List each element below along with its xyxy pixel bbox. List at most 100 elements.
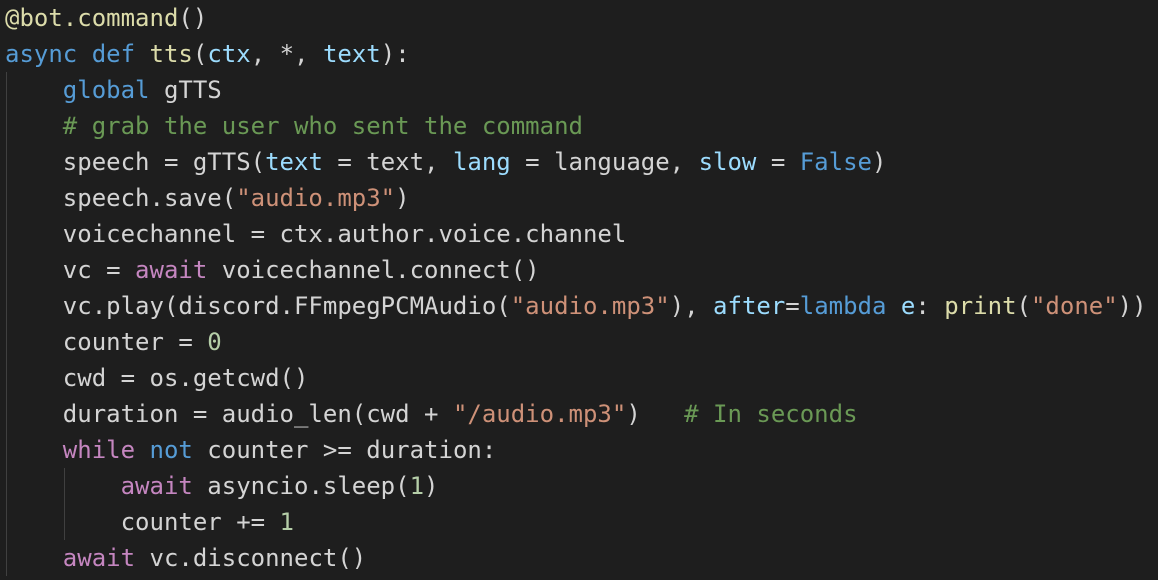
- indent-guide: [6, 540, 7, 576]
- code-token-keyword-blue: lambda: [799, 292, 887, 320]
- code-line[interactable]: duration = audio_len(cwd + "/audio.mp3")…: [0, 396, 1158, 432]
- code-token-default: voicechannel = ctx.author.voice.channel: [62, 220, 627, 248]
- code-line[interactable]: global gTTS: [0, 72, 1158, 108]
- code-token-variable: lang: [452, 148, 511, 176]
- indent-guide: [6, 360, 7, 396]
- indent-guide: [6, 72, 7, 108]
- code-token-default: = text,: [322, 148, 453, 176]
- code-token-number: 1: [279, 508, 294, 536]
- code-token-default: (): [178, 4, 208, 32]
- code-editor[interactable]: @bot.command() async def tts(ctx, *, text…: [0, 0, 1158, 580]
- code-token-comment: # grab the user who sent the command: [62, 112, 583, 140]
- code-token-variable: after: [713, 292, 786, 320]
- indentation: [5, 112, 63, 140]
- indent-guide: [6, 504, 7, 540]
- indentation: [5, 472, 121, 500]
- code-token-default: vc =: [62, 256, 136, 284]
- indentation: [5, 148, 63, 176]
- code-token-string: "done": [1030, 292, 1118, 320]
- code-token-keyword-blue: global: [62, 76, 150, 104]
- code-token-default: ): [871, 148, 887, 176]
- code-token-keyword-blue: def: [91, 40, 136, 68]
- indent-guide: [6, 252, 7, 288]
- code-token-default: counter +=: [120, 508, 280, 536]
- indent-guide: [6, 108, 7, 144]
- code-line[interactable]: async def tts(ctx, *, text):: [0, 36, 1158, 72]
- code-token-default: (: [1016, 292, 1031, 320]
- code-token-default: voicechannel.connect(): [207, 256, 540, 284]
- code-line[interactable]: counter = 0: [0, 324, 1158, 360]
- code-token-keyword-blue: not: [149, 436, 193, 464]
- code-token-variable: ctx: [207, 40, 251, 68]
- code-token-default: =: [785, 292, 800, 320]
- code-token-string: "/audio.mp3": [452, 400, 627, 428]
- indent-guide: [6, 396, 7, 432]
- indentation: [5, 436, 63, 464]
- code-token-keyword-control: await: [62, 544, 136, 572]
- code-token-default: ,: [250, 40, 280, 68]
- code-token-default: (: [192, 40, 208, 68]
- code-token-function: print: [944, 292, 1017, 320]
- indent-guide: [6, 216, 7, 252]
- code-token-keyword-blue: False: [799, 148, 872, 176]
- code-token-default: asyncio.sleep(: [192, 472, 410, 500]
- indent-guide: [6, 180, 7, 216]
- code-token-default: )): [1117, 292, 1147, 320]
- code-token-variable: text: [322, 40, 381, 68]
- code-token-variable: e: [900, 292, 916, 320]
- code-line[interactable]: # grab the user who sent the command: [0, 108, 1158, 144]
- indent-guide: [6, 432, 7, 468]
- code-token-default: *: [279, 40, 295, 68]
- indentation: [5, 292, 63, 320]
- code-token-keyword-blue: async: [5, 40, 78, 68]
- code-token-default: counter >= duration:: [192, 436, 497, 464]
- code-line[interactable]: vc.play(discord.FFmpegPCMAudio("audio.mp…: [0, 288, 1158, 324]
- code-token-default: [77, 40, 91, 68]
- code-line[interactable]: vc = await voicechannel.connect(): [0, 252, 1158, 288]
- indent-guide: [64, 468, 65, 504]
- indent-guide: [6, 468, 7, 504]
- code-line[interactable]: voicechannel = ctx.author.voice.channel: [0, 216, 1158, 252]
- indent-guide: [6, 324, 7, 360]
- code-token-default: [135, 40, 149, 68]
- code-token-default: :: [915, 292, 945, 320]
- code-token-default: [886, 292, 900, 320]
- code-token-keyword-control: await: [135, 256, 208, 284]
- code-token-default: = language,: [510, 148, 699, 176]
- code-line[interactable]: @bot.command(): [0, 0, 1158, 36]
- code-line[interactable]: cwd = os.getcwd(): [0, 360, 1158, 396]
- code-token-default: cwd = os.getcwd(): [62, 364, 309, 392]
- code-token-comment: # In seconds: [684, 400, 858, 428]
- code-token-default: ): [424, 472, 439, 500]
- code-token-default: vc.play(discord.FFmpegPCMAudio(: [62, 292, 511, 320]
- code-token-function: @bot.command: [5, 4, 179, 32]
- code-token-default: ,: [294, 40, 323, 68]
- indentation: [5, 256, 63, 284]
- code-line[interactable]: counter += 1: [0, 504, 1158, 540]
- code-token-default: gTTS: [149, 76, 222, 104]
- code-token-function: tts: [149, 40, 193, 68]
- indentation: [5, 220, 63, 248]
- indent-guide: [6, 288, 7, 324]
- code-token-string: "audio.mp3": [236, 184, 396, 212]
- indentation: [5, 508, 121, 536]
- code-line[interactable]: while not counter >= duration:: [0, 432, 1158, 468]
- code-token-default: counter =: [62, 328, 208, 356]
- code-line[interactable]: speech = gTTS(text = text, lang = langua…: [0, 144, 1158, 180]
- code-line[interactable]: speech.save("audio.mp3"): [0, 180, 1158, 216]
- indent-guide: [6, 144, 7, 180]
- indentation: [5, 328, 63, 356]
- code-line[interactable]: await vc.disconnect(): [0, 540, 1158, 576]
- code-token-variable: slow: [698, 148, 757, 176]
- code-token-keyword-control: while: [62, 436, 136, 464]
- code-token-default: =: [756, 148, 800, 176]
- code-token-default: speech = gTTS(: [62, 148, 266, 176]
- indent-guide: [64, 504, 65, 540]
- indentation: [5, 544, 63, 572]
- code-token-default: vc.disconnect(): [135, 544, 367, 572]
- code-token-keyword-control: await: [120, 472, 193, 500]
- code-token-default: [135, 436, 149, 464]
- code-token-number: 0: [207, 328, 222, 356]
- code-line[interactable]: await asyncio.sleep(1): [0, 468, 1158, 504]
- code-token-default: ): [395, 184, 410, 212]
